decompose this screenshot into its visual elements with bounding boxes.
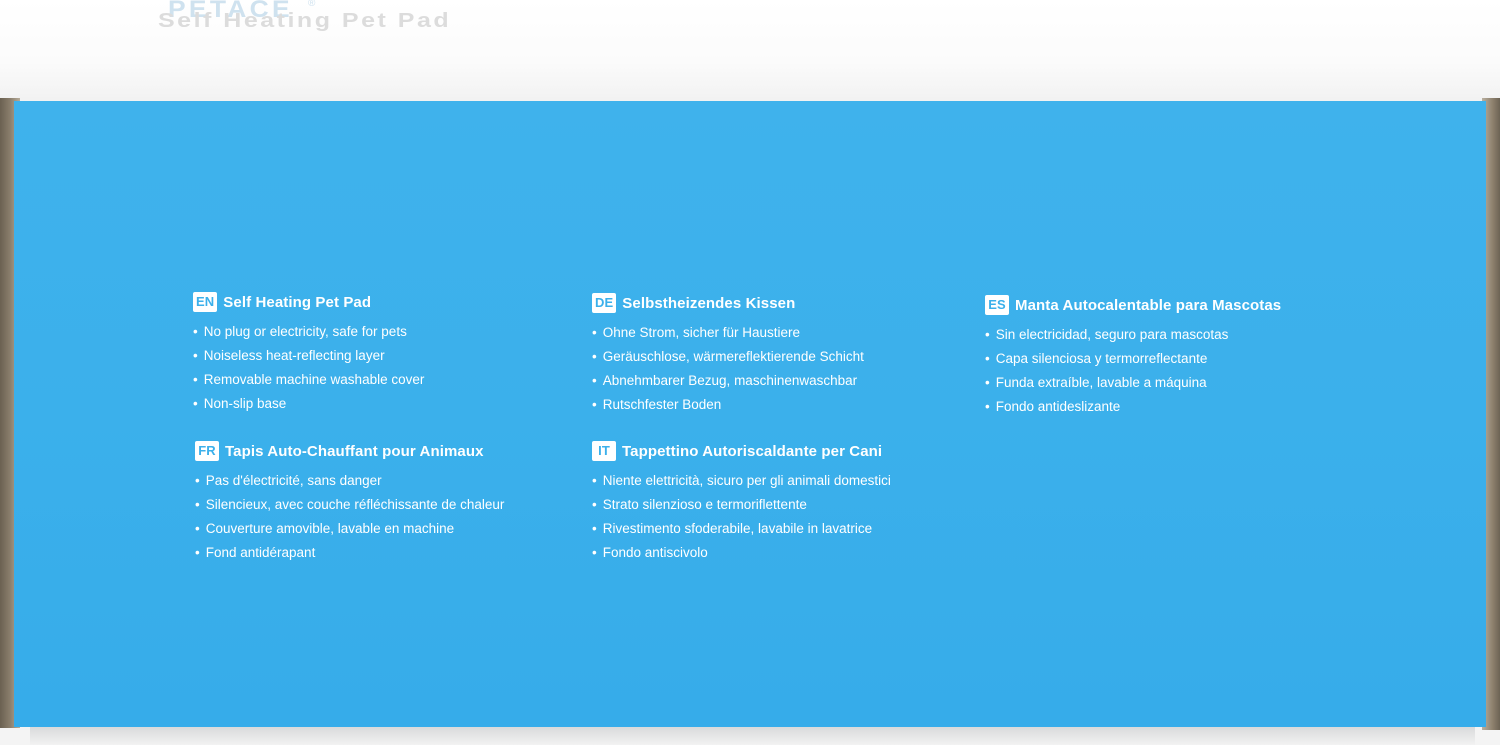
list-item: • Rutschfester Boden [592,393,864,417]
block-title: ES Manta Autocalentable para Mascotas [985,293,1281,317]
list-item: • Ohne Strom, sicher für Haustiere [592,321,864,345]
list-item: • Removable machine washable cover [193,368,424,392]
bullet-icon: • [193,324,198,339]
list-item: • Couverture amovible, lavable en machine [195,517,504,541]
feature-block-en: EN Self Heating Pet Pad • No plug or elec… [193,290,424,416]
block-title: DE Selbstheizendes Kissen [592,291,864,315]
list-item: • Abnehmbarer Bezug, maschinenwaschbar [592,369,864,393]
list-item: • Capa silenciosa y termorreflectante [985,347,1281,371]
lang-badge-es: ES [985,295,1009,315]
feature-block-it: IT Tappettino Autoriscaldante per Cani •… [592,439,891,565]
bullet-icon: • [985,351,990,366]
bullet-icon: • [592,521,597,536]
feature-list: • Sin electricidad, seguro para mascotas … [985,323,1281,419]
bullet-icon: • [193,348,198,363]
block-title-text: Tapis Auto-Chauffant pour Animaux [225,442,484,460]
list-item: • Geräuschlose, wärmereflektierende Schic… [592,345,864,369]
list-item: • No plug or electricity, safe for pets [193,320,424,344]
bullet-icon: • [592,349,597,364]
list-item: • Sin electricidad, seguro para mascotas [985,323,1281,347]
lid-product-name: Self Heating Pet Pad [158,10,452,32]
bullet-icon: • [193,372,198,387]
feature-list: • Niente elettricità, sicuro per gli anim… [592,469,891,565]
bullet-icon: • [193,396,198,411]
feature-block-fr: FR Tapis Auto-Chauffant pour Animaux • Pa… [195,439,504,565]
lang-badge-it: IT [592,441,616,461]
box-front-face: EN Self Heating Pet Pad • No plug or elec… [14,101,1486,727]
list-item: • Niente elettricità, sicuro per gli anim… [592,469,891,493]
box-bottom-strip [30,727,1475,745]
block-title: IT Tappettino Autoriscaldante per Cani [592,439,891,463]
list-item: • Pas d'électricité, sans danger [195,469,504,493]
feature-block-de: DE Selbstheizendes Kissen • Ohne Strom, s… [592,291,864,417]
lang-badge-fr: FR [195,441,219,461]
bullet-icon: • [592,325,597,340]
bullet-icon: • [195,521,200,536]
block-title-text: Manta Autocalentable para Mascotas [1015,296,1282,314]
list-item: • Funda extraíble, lavable a máquina [985,371,1281,395]
bullet-icon: • [195,497,200,512]
feature-list: • No plug or electricity, safe for pets •… [193,320,424,416]
list-item: • Rivestimento sfoderabile, lavabile in l… [592,517,891,541]
bullet-icon: • [592,545,597,560]
list-item: • Fond antidérapant [195,541,504,565]
bullet-icon: • [985,399,990,414]
block-title-text: Self Heating Pet Pad [223,293,372,311]
bullet-icon: • [195,545,200,560]
bullet-icon: • [592,497,597,512]
registered-mark: ® [308,0,316,9]
list-item: • Non-slip base [193,392,424,416]
bullet-icon: • [985,327,990,342]
bullet-icon: • [195,473,200,488]
product-box-photo: PETACE ® Self Heating Pet Pad EN Self He… [0,0,1500,745]
bullet-icon: • [592,373,597,388]
list-item: • Silencieux, avec couche réfléchissante … [195,493,504,517]
bullet-icon: • [592,473,597,488]
feature-block-es: ES Manta Autocalentable para Mascotas • S… [985,293,1281,419]
list-item: • Fondo antiscivolo [592,541,891,565]
list-item: • Strato silenzioso e termoriflettente [592,493,891,517]
block-title: FR Tapis Auto-Chauffant pour Animaux [195,439,504,463]
block-title-text: Tappettino Autoriscaldante per Cani [622,442,883,460]
block-title: EN Self Heating Pet Pad [193,290,424,314]
bullet-icon: • [592,397,597,412]
block-title-text: Selbstheizendes Kissen [622,294,796,312]
lang-badge-de: DE [592,293,617,313]
lang-badge-en: EN [193,292,218,312]
bullet-icon: • [985,375,990,390]
box-lid: PETACE ® Self Heating Pet Pad [0,0,1500,104]
feature-list: • Pas d'électricité, sans danger • Silenci… [195,469,504,565]
list-item: • Fondo antideslizante [985,395,1281,419]
feature-list: • Ohne Strom, sicher für Haustiere • Geräu… [592,321,864,417]
list-item: • Noiseless heat-reflecting layer [193,344,424,368]
